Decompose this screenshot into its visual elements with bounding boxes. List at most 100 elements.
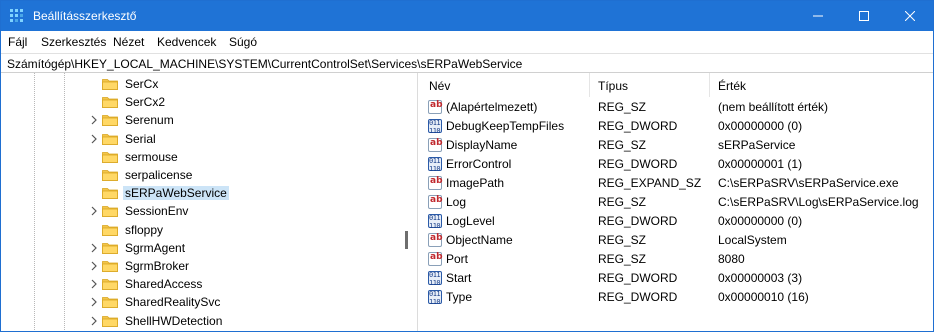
- chevron-right-icon[interactable]: [90, 315, 98, 327]
- value-row[interactable]: ab (Alapértelmezett) REG_SZ (nem beállított…: [421, 98, 933, 117]
- value-row[interactable]: ab DisplayName REG_SZ sERPaService: [421, 136, 933, 155]
- value-type: REG_SZ: [598, 100, 647, 114]
- chevron-right-icon[interactable]: [90, 260, 98, 272]
- value-data: 0x00000000 (0): [718, 119, 803, 133]
- chevron-right-icon[interactable]: [90, 242, 98, 254]
- folder-icon: [102, 115, 118, 127]
- value-name: DisplayName: [446, 138, 518, 152]
- column-header-data[interactable]: Érték: [710, 73, 933, 97]
- menu-file[interactable]: Fájl: [8, 35, 27, 49]
- menu-edit[interactable]: Szerkesztés: [41, 35, 106, 49]
- tree-item[interactable]: SerCx2: [86, 93, 406, 111]
- value-data: LocalSystem: [718, 233, 787, 247]
- dword-value-icon: 011 110: [428, 290, 442, 306]
- tree-item[interactable]: SharedRealitySvc: [86, 293, 406, 311]
- string-value-icon: ab: [428, 100, 443, 114]
- value-row[interactable]: ab ImagePath REG_EXPAND_SZ C:\sERPaSRV\sERP…: [421, 174, 933, 193]
- registry-editor-window: Beállításszerkesztő Fájl Szerkesztés Néz…: [0, 0, 934, 332]
- value-name: DebugKeepTempFiles: [446, 119, 565, 133]
- folder-icon: [102, 188, 118, 200]
- folder-icon: [102, 97, 118, 109]
- value-type: REG_DWORD: [598, 271, 678, 285]
- tree-item[interactable]: Serenum: [86, 111, 406, 129]
- value-row[interactable]: ab ObjectName REG_SZ LocalSystem: [421, 231, 933, 250]
- value-data: (nem beállított érték): [718, 100, 829, 114]
- value-row[interactable]: 011 110 ErrorControl REG_DWORD 0x00000001 (1…: [421, 155, 933, 174]
- value-row[interactable]: ab Port REG_SZ 8080: [421, 250, 933, 269]
- chevron-right-icon[interactable]: [90, 205, 98, 217]
- tree-item[interactable]: sfloppy: [86, 221, 406, 239]
- minimize-button[interactable]: [795, 1, 841, 31]
- tree-item[interactable]: SerCx: [86, 75, 406, 93]
- key-tree-pane[interactable]: SerCx SerCx2 Serenum Serial sermouse serpalic…: [1, 73, 418, 331]
- close-icon: [905, 11, 915, 21]
- tree-item-label: Serenum: [125, 113, 174, 128]
- value-row[interactable]: 011 110 DebugKeepTempFiles REG_DWORD 0x00000…: [421, 117, 933, 136]
- value-name: (Alapértelmezett): [446, 100, 538, 114]
- menu-bar: Fájl Szerkesztés Nézet Kedvencek Súgó: [1, 31, 933, 53]
- column-header-name-label: Név: [429, 79, 451, 93]
- value-name: Start: [446, 271, 472, 285]
- dword-value-icon: 011 110: [428, 271, 442, 287]
- value-row[interactable]: 011 110 Type REG_DWORD 0x00000010 (16): [421, 288, 933, 307]
- tree-item-label: sermouse: [125, 149, 178, 164]
- chevron-right-icon[interactable]: [90, 296, 98, 308]
- folder-icon: [102, 133, 118, 145]
- chevron-right-icon[interactable]: [90, 114, 98, 126]
- value-row[interactable]: 011 110 Start REG_DWORD 0x00000003 (3): [421, 269, 933, 288]
- maximize-button[interactable]: [841, 1, 887, 31]
- menu-help[interactable]: Súgó: [229, 35, 257, 49]
- tree-item-label: SharedRealitySvc: [125, 295, 221, 310]
- title-bar[interactable]: Beállításszerkesztő: [1, 1, 933, 31]
- value-type: REG_DWORD: [598, 290, 678, 304]
- tree-item-label: sERPaWebService: [123, 186, 229, 201]
- address-bar[interactable]: Számítógép\HKEY_LOCAL_MACHINE\SYSTEM\Cur…: [1, 53, 933, 73]
- tree-item[interactable]: SessionEnv: [86, 202, 406, 220]
- tree-item[interactable]: SgrmBroker: [86, 257, 406, 275]
- menu-view[interactable]: Nézet: [113, 35, 144, 49]
- tree-guide-line: [34, 73, 35, 331]
- tree-item-label: Serial: [125, 131, 156, 146]
- maximize-icon: [859, 11, 869, 21]
- tree-item[interactable]: serpalicense: [86, 166, 406, 184]
- tree-item-label: sfloppy: [125, 222, 164, 237]
- tree-item[interactable]: sermouse: [86, 148, 406, 166]
- dword-value-icon: 011 110: [428, 119, 442, 135]
- tree-item[interactable]: SharedAccess: [86, 275, 406, 293]
- folder-icon: [102, 206, 118, 218]
- tree-item-label: SerCx2: [125, 95, 166, 110]
- tree-item[interactable]: Serial: [86, 130, 406, 148]
- window-title: Beállításszerkesztő: [33, 9, 137, 23]
- close-button[interactable]: [887, 1, 933, 31]
- value-row[interactable]: 011 110 LogLevel REG_DWORD 0x00000000 (0): [421, 212, 933, 231]
- value-data: C:\sERPaSRV\Log\sERPaService.log: [718, 195, 919, 209]
- column-header-type[interactable]: Típus: [590, 73, 710, 97]
- value-name: Log: [446, 195, 467, 209]
- string-value-icon: ab: [428, 233, 443, 247]
- tree-item[interactable]: sERPaWebService: [86, 184, 406, 202]
- column-header-data-label: Érték: [718, 79, 747, 93]
- value-data: 0x00000001 (1): [718, 157, 803, 171]
- tree-item[interactable]: ShellHWDetection: [86, 312, 406, 330]
- tree-item-label: serpalicense: [125, 168, 193, 182]
- folder-icon: [102, 224, 118, 236]
- menu-favorites[interactable]: Kedvencek: [157, 35, 216, 49]
- tree-item[interactable]: SgrmAgent: [86, 239, 406, 257]
- value-type: REG_SZ: [598, 233, 647, 247]
- value-data: C:\sERPaSRV\sERPaService.exe: [718, 176, 899, 190]
- value-name: ErrorControl: [446, 157, 512, 171]
- registry-editor-icon: [10, 9, 26, 25]
- address-path[interactable]: Számítógép\HKEY_LOCAL_MACHINE\SYSTEM\Cur…: [7, 57, 522, 71]
- chevron-right-icon[interactable]: [90, 278, 98, 290]
- tree-guide-line: [64, 73, 65, 331]
- values-list-pane[interactable]: Név Típus Érték ab (Alapértelmezett) REG_S…: [421, 73, 933, 331]
- value-name: ObjectName: [446, 233, 513, 247]
- folder-icon: [102, 279, 118, 291]
- value-row[interactable]: ab Log REG_SZ C:\sERPaSRV\Log\sERPaService.…: [421, 193, 933, 212]
- tree-item-label: SgrmBroker: [125, 259, 190, 273]
- column-header-type-label: Típus: [598, 79, 629, 93]
- value-name: Type: [446, 290, 473, 304]
- column-header-name[interactable]: Név: [421, 73, 589, 97]
- folder-icon: [102, 297, 118, 309]
- chevron-right-icon[interactable]: [90, 133, 98, 145]
